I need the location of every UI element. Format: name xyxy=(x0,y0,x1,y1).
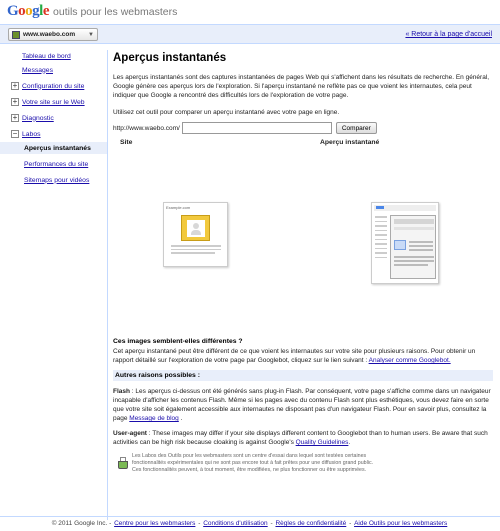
sidebar-item-label[interactable]: Configuration du site xyxy=(22,83,84,90)
sidebar-item-messages[interactable]: Messages xyxy=(0,64,107,76)
quality-guidelines-link[interactable]: Quality Guidelines xyxy=(296,439,349,446)
sidebar-item-label[interactable]: Messages xyxy=(22,67,53,74)
column-site: Site xyxy=(120,139,133,146)
sidebar-item-diagnostics[interactable]: + Diagnostic xyxy=(0,112,107,124)
footer-separator: - xyxy=(196,520,203,527)
footer-link-privacy[interactable]: Règles de confidentialité xyxy=(275,520,346,527)
product-name: outils pour les webmasters xyxy=(53,6,178,18)
results-placeholder xyxy=(375,216,387,261)
differences-text: Cet aperçu instantané peut être différen… xyxy=(113,347,493,365)
back-to-home-link[interactable]: « Retour à la page d'accueil xyxy=(405,31,492,38)
footer-link-terms[interactable]: Conditions d'utilisation xyxy=(203,520,267,527)
copyright: © 2011 Google Inc. - xyxy=(51,520,114,527)
sidebar-item-label[interactable]: Diagnostic xyxy=(22,115,54,122)
thumbnail-caption: Example.com xyxy=(166,205,191,210)
logo-letter: G xyxy=(7,3,19,19)
sidebar-item-label: Aperçus instantanés xyxy=(24,144,91,152)
google-logo[interactable]: Google xyxy=(7,3,50,20)
labs-disclaimer-text: Les Labos des Outils pour les webmasters… xyxy=(132,453,374,473)
other-reasons-heading: Autres raisons possibles : xyxy=(113,370,493,381)
site-bar: www.waebo.com ▼ « Retour à la page d'acc… xyxy=(0,24,500,44)
flash-label: Flash xyxy=(113,388,130,395)
instruction-text: Utilisez cet outil pour comparer un aper… xyxy=(113,109,340,116)
sidebar-item-label[interactable]: Performances du site xyxy=(24,161,88,168)
intro-text: Les aperçus instantanés sont des capture… xyxy=(113,74,490,99)
expand-icon[interactable]: + xyxy=(11,98,19,106)
differences-section: Ces images semblent-elles différentes ? … xyxy=(113,338,493,474)
site-selector[interactable]: www.waebo.com ▼ xyxy=(8,28,98,41)
site-favicon-icon xyxy=(12,30,20,39)
chevron-down-icon: ▼ xyxy=(88,31,94,38)
differences-title: Ces images semblent-elles différentes ? xyxy=(113,338,243,345)
flash-reason: Flash : Les aperçus ci-dessus ont été gé… xyxy=(113,387,493,423)
page-title: Aperçus instantanés xyxy=(113,52,227,64)
expand-icon[interactable]: + xyxy=(11,82,19,90)
sidebar-item-site-configuration[interactable]: + Configuration du site xyxy=(0,80,107,92)
sidebar-item-your-site-on-web[interactable]: + Votre site sur le Web xyxy=(0,96,107,108)
header: Google outils pour les webmasters xyxy=(7,3,177,21)
blog-post-link[interactable]: Message de blog xyxy=(129,415,179,422)
sidebar-item-label[interactable]: Labos xyxy=(22,131,41,138)
sidebar-item-label[interactable]: Sitemaps pour vidéos xyxy=(24,177,89,184)
main-content: Aperçus instantanés Les aperçus instanta… xyxy=(113,52,493,473)
placeholder-image-icon xyxy=(181,215,210,241)
sidebar-item-labs[interactable]: − Labos xyxy=(0,128,107,140)
search-results-bar xyxy=(374,205,436,211)
text-lines-placeholder xyxy=(171,245,221,256)
site-thumbnail[interactable]: Example.com xyxy=(163,202,228,267)
highlight-box xyxy=(394,240,406,250)
fetch-as-googlebot-link[interactable]: Analyser comme Googlebot. xyxy=(369,357,451,364)
footer-separator: - xyxy=(347,520,354,527)
user-agent-end: . xyxy=(348,439,351,446)
footer-link-webmaster-central[interactable]: Centre pour les webmasters xyxy=(114,520,195,527)
flash-end: . xyxy=(178,415,183,422)
footer-link-help[interactable]: Aide Outils pour les webmasters xyxy=(354,520,447,527)
url-path-input[interactable] xyxy=(181,122,332,134)
preview-screenshot xyxy=(390,215,436,279)
site-name: www.waebo.com xyxy=(23,31,76,38)
labs-flask-icon xyxy=(118,457,128,469)
instant-preview-thumbnail[interactable] xyxy=(371,202,439,284)
sidebar-item-label[interactable]: Votre site sur le Web xyxy=(22,99,85,106)
url-prefix: http://www.waebo.com/ xyxy=(113,124,180,132)
preview-columns-header: Site Aperçu instantané xyxy=(113,139,493,150)
sidebar-item-dashboard[interactable]: Tableau de bord xyxy=(0,50,107,62)
footer-separator: - xyxy=(268,520,275,527)
expand-icon[interactable]: + xyxy=(11,114,19,122)
user-agent-reason: User-agent : These images may differ if … xyxy=(113,429,493,447)
sidebar-item-site-performance[interactable]: Performances du site xyxy=(0,158,107,170)
user-agent-label: User-agent xyxy=(113,430,147,437)
compare-button[interactable]: Comparer xyxy=(335,122,377,134)
compare-form: http://www.waebo.com/ Comparer xyxy=(113,122,493,134)
sidebar-item-video-sitemaps[interactable]: Sitemaps pour vidéos xyxy=(0,174,107,186)
sidebar: Tableau de bord Messages + Configuration … xyxy=(0,50,108,520)
logo-letter: e xyxy=(42,3,50,19)
footer: © 2011 Google Inc. - Centre pour les web… xyxy=(0,516,500,531)
column-instant-preview: Aperçu instantané xyxy=(320,139,380,146)
sidebar-item-label[interactable]: Tableau de bord xyxy=(22,53,71,60)
labs-disclaimer: Les Labos des Outils pour les webmasters… xyxy=(113,453,493,474)
collapse-icon[interactable]: − xyxy=(11,130,19,138)
sidebar-item-instant-previews[interactable]: Aperçus instantanés xyxy=(0,142,107,154)
